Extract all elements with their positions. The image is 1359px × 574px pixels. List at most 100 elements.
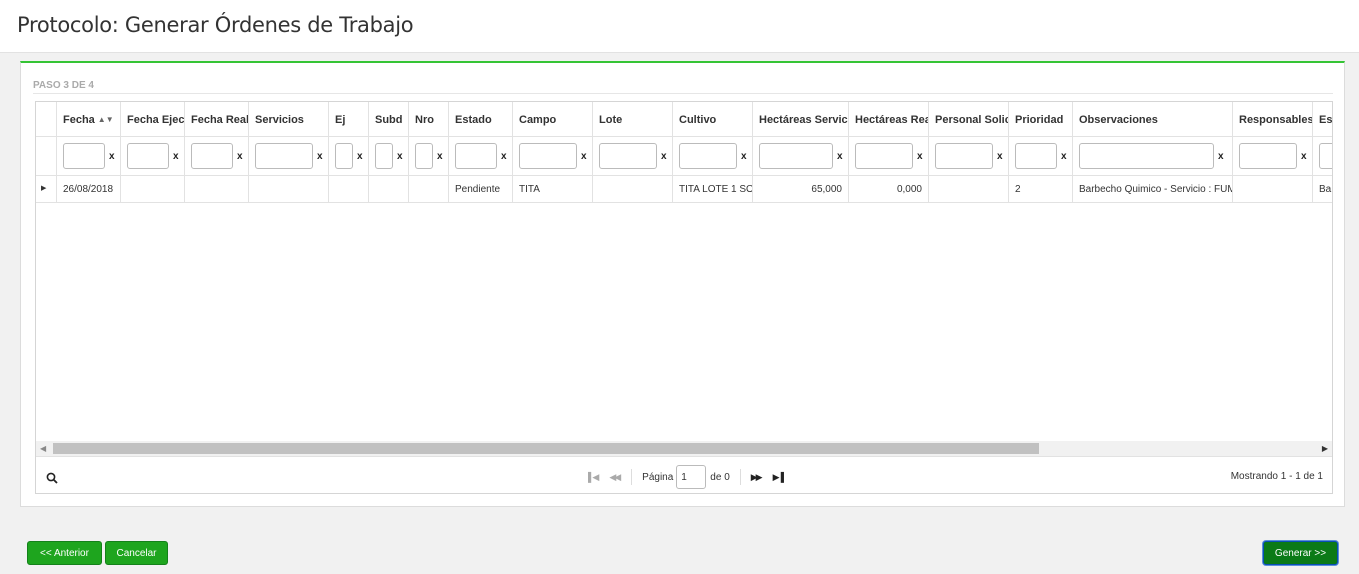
clear-filter-icon[interactable]: x	[917, 151, 923, 162]
cancel-button[interactable]: Cancelar	[105, 541, 168, 565]
triangle-right-icon[interactable]: ▶	[41, 184, 46, 192]
clear-filter-icon[interactable]: x	[109, 151, 115, 162]
divider	[33, 93, 1333, 94]
filter-cell-fecha-ejecucion: x	[121, 137, 185, 175]
filter-input-campo[interactable]	[519, 143, 577, 169]
grid-header: Fecha▲▼ Fecha Ejecución Fecha Realizació…	[36, 102, 1332, 137]
page-number-input[interactable]: 1	[676, 465, 707, 489]
column-header-ej[interactable]: Ej	[329, 102, 369, 136]
filter-cell-hectareas-servicio: x	[753, 137, 849, 175]
filter-input-fecha-ejecucion[interactable]	[127, 143, 169, 169]
step-indicator: PASO 3 DE 4	[33, 80, 94, 91]
filter-input-servicios[interactable]	[255, 143, 313, 169]
next-page-icon[interactable]: ▶▶	[751, 472, 763, 483]
filter-input-fecha[interactable]	[63, 143, 105, 169]
clear-filter-icon[interactable]: x	[437, 151, 443, 162]
clear-filter-icon[interactable]: x	[1061, 151, 1067, 162]
clear-filter-icon[interactable]: x	[1301, 151, 1307, 162]
column-header-label: Observaciones	[1079, 114, 1158, 126]
scroll-left-icon[interactable]: ◀	[40, 444, 46, 453]
filter-input-ej[interactable]	[335, 143, 353, 169]
generate-button[interactable]: Generar >>	[1263, 541, 1338, 565]
column-header-campo[interactable]: Campo	[513, 102, 593, 136]
cell-lote	[593, 176, 673, 202]
header-expand-cell	[36, 102, 57, 136]
horizontal-scrollbar[interactable]: ◀ ▶	[36, 441, 1332, 456]
column-header-personal-solicitante[interactable]: Personal Solicitante	[929, 102, 1009, 136]
clear-filter-icon[interactable]: x	[741, 151, 747, 162]
clear-filter-icon[interactable]: x	[997, 151, 1003, 162]
filter-input-estado-2[interactable]	[1319, 143, 1332, 169]
filter-input-hectareas-realizadas[interactable]	[855, 143, 913, 169]
filter-input-subd[interactable]	[375, 143, 393, 169]
clear-filter-icon[interactable]: x	[173, 151, 179, 162]
column-header-label: Cultivo	[679, 114, 717, 126]
column-header-servicios[interactable]: Servicios	[249, 102, 329, 136]
column-header-prioridad[interactable]: Prioridad	[1009, 102, 1073, 136]
scroll-right-icon[interactable]: ▶	[1322, 444, 1328, 453]
column-header-label: Hectáreas Servicio	[759, 114, 849, 126]
cell-responsables	[1233, 176, 1313, 202]
column-header-label: Campo	[519, 114, 557, 126]
filter-input-responsables[interactable]	[1239, 143, 1297, 169]
column-header-fecha-ejecucion[interactable]: Fecha Ejecución	[121, 102, 185, 136]
clear-filter-icon[interactable]: x	[837, 151, 843, 162]
filter-input-nro[interactable]	[415, 143, 433, 169]
table-row[interactable]: ▶ 26/08/2018 Pendiente TITA TITA LOTE 1 …	[36, 176, 1332, 203]
column-header-label: Fecha Ejecución	[127, 114, 185, 126]
previous-button[interactable]: << Anterior	[27, 541, 102, 565]
filter-input-hectareas-servicio[interactable]	[759, 143, 833, 169]
filter-cell-estado: x	[449, 137, 513, 175]
filter-cell-servicios: x	[249, 137, 329, 175]
search-icon[interactable]	[46, 472, 58, 484]
filter-input-prioridad[interactable]	[1015, 143, 1057, 169]
clear-filter-icon[interactable]: x	[501, 151, 507, 162]
column-header-cultivo[interactable]: Cultivo	[673, 102, 753, 136]
clear-filter-icon[interactable]: x	[357, 151, 363, 162]
filter-input-estado[interactable]	[455, 143, 497, 169]
column-header-observaciones[interactable]: Observaciones	[1073, 102, 1233, 136]
column-header-fecha-realizacion[interactable]: Fecha Realización	[185, 102, 249, 136]
filter-input-cultivo[interactable]	[679, 143, 737, 169]
first-page-icon[interactable]: ▌◀	[588, 472, 599, 483]
column-header-hectareas-realizadas[interactable]: Hectáreas Realizadas	[849, 102, 929, 136]
filter-cell-lote: x	[593, 137, 673, 175]
clear-filter-icon[interactable]: x	[237, 151, 243, 162]
cell-fecha-ejecucion	[121, 176, 185, 202]
clear-filter-icon[interactable]: x	[661, 151, 667, 162]
cell-prioridad: 2	[1009, 176, 1073, 202]
column-header-label: Fecha	[63, 114, 95, 126]
filter-cell-observaciones: x	[1073, 137, 1233, 175]
column-header-subd[interactable]: Subd	[369, 102, 409, 136]
column-header-responsables[interactable]: Responsables	[1233, 102, 1313, 136]
scrollbar-thumb[interactable]	[53, 443, 1039, 454]
cell-fecha-realizacion	[185, 176, 249, 202]
sort-icon[interactable]: ▲▼	[98, 115, 114, 124]
filter-input-lote[interactable]	[599, 143, 657, 169]
column-header-nro[interactable]: Nro	[409, 102, 449, 136]
filter-expand-cell	[36, 137, 57, 175]
filter-cell-responsables: x	[1233, 137, 1313, 175]
column-header-hectareas-servicio[interactable]: Hectáreas Servicio	[753, 102, 849, 136]
last-page-icon[interactable]: ▶▐	[773, 472, 784, 483]
prev-page-icon[interactable]: ◀◀	[609, 472, 621, 483]
clear-filter-icon[interactable]: x	[581, 151, 587, 162]
cell-estado: Pendiente	[449, 176, 513, 202]
column-header-lote[interactable]: Lote	[593, 102, 673, 136]
filter-input-fecha-realizacion[interactable]	[191, 143, 233, 169]
divider	[631, 469, 633, 485]
cell-hectareas-realizadas: 0,000	[849, 176, 929, 202]
filter-input-personal-solicitante[interactable]	[935, 143, 993, 169]
filter-input-observaciones[interactable]	[1079, 143, 1214, 169]
clear-filter-icon[interactable]: x	[1218, 151, 1224, 162]
column-header-fecha[interactable]: Fecha ▲▼	[57, 102, 121, 136]
row-expand-cell[interactable]: ▶	[36, 176, 57, 202]
column-header-estado[interactable]: Estado	[449, 102, 513, 136]
column-header-estado-2[interactable]: Estado	[1313, 102, 1332, 136]
column-header-label: Responsables	[1239, 114, 1313, 126]
pager-info: Mostrando 1 - 1 de 1	[1230, 471, 1323, 482]
cell-cultivo: TITA LOTE 1 SOJA	[673, 176, 753, 202]
clear-filter-icon[interactable]: x	[397, 151, 403, 162]
filter-cell-campo: x	[513, 137, 593, 175]
clear-filter-icon[interactable]: x	[317, 151, 323, 162]
